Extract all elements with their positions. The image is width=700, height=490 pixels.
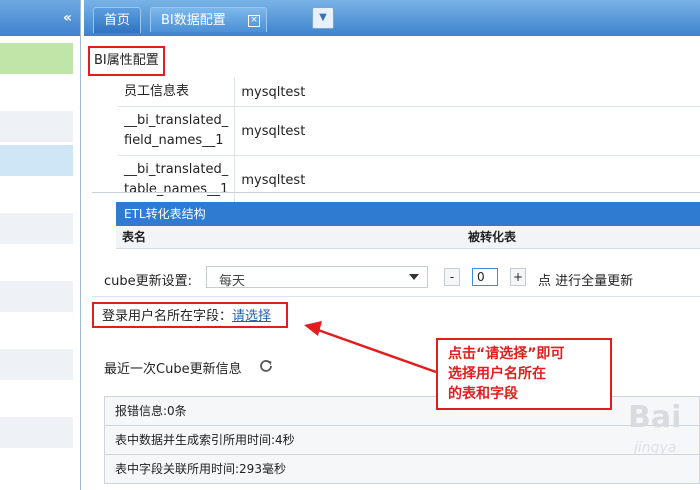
close-icon[interactable]: ×: [248, 15, 260, 27]
decrement-button[interactable]: -: [444, 268, 460, 286]
section-title: BI属性配置: [88, 46, 165, 76]
tab-home[interactable]: 首页: [93, 7, 142, 33]
cell-line: field_names__1: [124, 133, 224, 148]
table-row: 员工信息表 mysqltest: [118, 78, 700, 107]
cell-line: __bi_translated_: [124, 162, 229, 177]
refresh-icon[interactable]: [258, 358, 274, 374]
sidebar-item[interactable]: [0, 383, 73, 414]
sidebar-item[interactable]: [0, 417, 73, 448]
caret-down-icon: [409, 274, 419, 280]
last-cube-update-label: 最近一次Cube更新信息: [104, 362, 242, 377]
sidebar-item[interactable]: [0, 77, 73, 108]
cell-line: table_names__1: [124, 182, 229, 197]
cube-update-settings: cube更新设置: 每天 - 0 + 点 进行全量更新: [104, 266, 700, 290]
select-field-link[interactable]: 请选择: [232, 309, 271, 324]
cell-line: __bi_translated_: [124, 113, 229, 128]
table-row: __bi_translated_ field_names__1 mysqltes…: [118, 106, 700, 156]
increment-button[interactable]: +: [510, 268, 526, 286]
cube-frequency-value: 每天: [219, 274, 246, 289]
column-header-converted-table[interactable]: 被转化表: [468, 226, 516, 248]
sidebar-item[interactable]: [0, 349, 73, 380]
sidebar-item[interactable]: [0, 111, 73, 142]
watermark-text: jingya: [634, 440, 677, 456]
table-cell-name: __bi_translated_ table_names__1: [118, 155, 236, 205]
sidebar-item[interactable]: [0, 315, 73, 346]
cube-update-label: cube更新设置:: [104, 274, 193, 289]
table-row: __bi_translated_ table_names__1 mysqltes…: [118, 155, 700, 205]
sidebar-item[interactable]: [0, 247, 73, 278]
column-header-table-name[interactable]: 表名: [122, 226, 146, 248]
list-item: 表中数据并生成索引所用时间:4秒: [104, 426, 700, 455]
table-cell-value: mysqltest: [234, 106, 700, 156]
collapse-sidebar-icon[interactable]: «: [63, 10, 72, 26]
sidebar-item[interactable]: [0, 451, 73, 482]
login-field-setting: 登录用户名所在字段：请选择: [92, 302, 288, 328]
field-mapping-table: 员工信息表 mysqltest __bi_translated_ field_n…: [118, 78, 700, 205]
table-cell-value: mysqltest: [234, 155, 700, 205]
divider: [92, 296, 700, 297]
sidebar-item-active[interactable]: [0, 43, 73, 74]
left-sidebar: «: [0, 0, 81, 490]
table-cell-value: mysqltest: [234, 78, 700, 107]
divider: [92, 192, 700, 193]
etl-panel-title: ETL转化表结构: [116, 202, 700, 226]
tab-dropdown-icon[interactable]: ▼: [312, 7, 334, 29]
sidebar-item-selected[interactable]: [0, 145, 73, 176]
sidebar-item[interactable]: [0, 281, 73, 312]
annotation-callout: 点击“请选择”即可 选择用户名所在 的表和字段: [436, 338, 612, 410]
list-item: 表中字段关联所用时间:293毫秒: [104, 455, 700, 484]
watermark-logo: Bai: [628, 400, 682, 435]
callout-line: 点击“请选择”即可: [448, 346, 565, 362]
login-field-label: 登录用户名所在字段：: [102, 309, 233, 324]
callout-line: 的表和字段: [448, 386, 518, 402]
full-update-text: 点 进行全量更新: [538, 274, 634, 289]
cube-frequency-select[interactable]: 每天: [206, 266, 428, 289]
callout-line: 选择用户名所在: [448, 366, 546, 382]
tab-bi-label: BI数据配置: [161, 13, 226, 28]
etl-structure-panel: ETL转化表结构 表名 被转化表: [116, 202, 700, 249]
main-panel: BI属性配置 员工信息表 mysqltest __bi_translated_ …: [88, 40, 700, 490]
hour-input[interactable]: 0: [472, 268, 498, 286]
sidebar-item[interactable]: [0, 213, 73, 244]
sidebar-item[interactable]: [0, 179, 73, 210]
etl-table-header: 表名 被转化表: [116, 226, 700, 249]
table-cell-name: 员工信息表: [118, 78, 236, 107]
table-cell-name: __bi_translated_ field_names__1: [118, 106, 236, 156]
sidebar-header: «: [0, 0, 80, 36]
tab-bar: 首页 BI数据配置 × ▼: [84, 0, 700, 36]
tab-bi-data-config[interactable]: BI数据配置 ×: [150, 7, 267, 32]
